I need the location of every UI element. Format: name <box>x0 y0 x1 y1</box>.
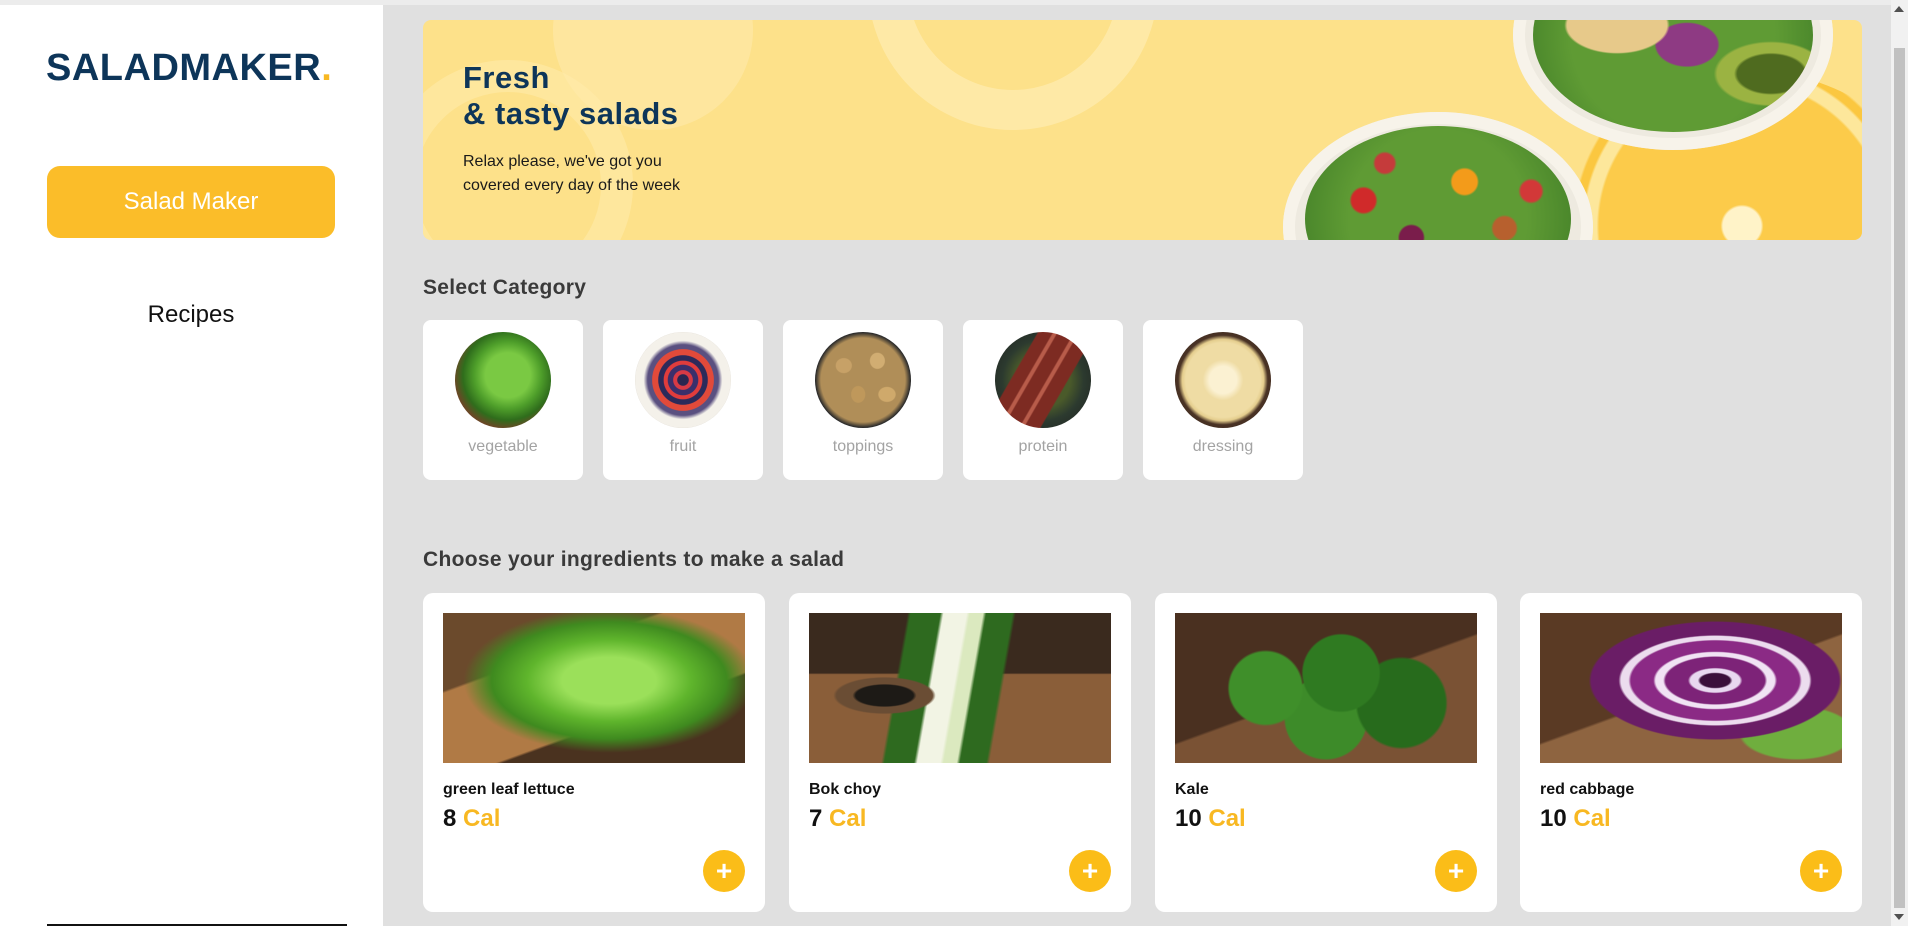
category-card-fruit[interactable]: fruit <box>603 320 763 480</box>
scrollbar-thumb[interactable] <box>1894 48 1905 908</box>
category-label: toppings <box>832 438 894 455</box>
protein-image <box>995 332 1091 428</box>
brand-name: SALADMAKER <box>46 47 322 89</box>
kale-image <box>1175 613 1477 763</box>
ingredient-calories: 7 Cal <box>809 805 867 832</box>
category-card-toppings[interactable]: toppings <box>783 320 943 480</box>
ingredient-card-red-cabbage: red cabbage 10 Cal + <box>1520 593 1862 912</box>
add-ingredient-button[interactable]: + <box>703 850 745 892</box>
category-card-protein[interactable]: protein <box>963 320 1123 480</box>
banner-subtitle: Relax please, we've got you covered ever… <box>463 153 681 194</box>
ingredient-calories: 10 Cal <box>1540 805 1611 832</box>
ingredient-calories: 10 Cal <box>1175 805 1246 832</box>
sidebar: SALADMAKER. Salad Maker Recipes <box>0 5 383 926</box>
plus-icon: + <box>1081 855 1099 886</box>
fruit-image <box>635 332 731 428</box>
toppings-image <box>815 332 911 428</box>
fruit-salad-bowl-image <box>1283 112 1593 240</box>
add-ingredient-button[interactable]: + <box>1800 850 1842 892</box>
ingredient-name: Bok choy <box>809 781 882 798</box>
plus-icon: + <box>1812 855 1830 886</box>
category-label: fruit <box>669 438 697 455</box>
category-card-dressing[interactable]: dressing <box>1143 320 1303 480</box>
add-ingredient-button[interactable]: + <box>1435 850 1477 892</box>
salad-maker-button[interactable]: Salad Maker <box>47 166 335 238</box>
category-label: protein <box>1018 438 1068 455</box>
plus-icon: + <box>1447 855 1465 886</box>
add-ingredient-button[interactable]: + <box>1069 850 1111 892</box>
ingredient-name: Kale <box>1175 781 1209 798</box>
scroll-down-arrow-icon[interactable] <box>1894 914 1904 920</box>
vegetable-image <box>455 332 551 428</box>
bok-choy-image <box>809 613 1111 763</box>
green-leaf-lettuce-image <box>443 613 745 763</box>
banner-decor-ring <box>868 20 1158 130</box>
ingredient-card-kale: Kale 10 Cal + <box>1155 593 1497 912</box>
category-section-title: Select Category <box>423 276 587 299</box>
brand-logo-dot: . <box>321 47 333 89</box>
ingredient-name: green leaf lettuce <box>443 781 575 798</box>
banner-title: Fresh & tasty salads <box>463 60 679 131</box>
plus-icon: + <box>715 855 733 886</box>
recipes-link[interactable]: Recipes <box>47 301 335 329</box>
ingredient-card-green-leaf-lettuce: green leaf lettuce 8 Cal + <box>423 593 765 912</box>
ingredient-name: red cabbage <box>1540 781 1635 798</box>
category-label: dressing <box>1192 438 1254 455</box>
vertical-scrollbar[interactable] <box>1891 0 1908 926</box>
dressing-image <box>1175 332 1271 428</box>
category-label: vegetable <box>468 438 538 455</box>
ingredient-calories: 8 Cal <box>443 805 501 832</box>
brand-logo[interactable]: SALADMAKER. <box>46 47 332 90</box>
hero-banner: Fresh & tasty salads Relax please, we've… <box>423 20 1862 240</box>
scroll-up-arrow-icon[interactable] <box>1894 6 1904 12</box>
red-cabbage-image <box>1540 613 1842 763</box>
ingredient-card-bok-choy: Bok choy 7 Cal + <box>789 593 1131 912</box>
ingredients-section-title: Choose your ingredients to make a salad <box>423 548 845 571</box>
category-card-vegetable[interactable]: vegetable <box>423 320 583 480</box>
